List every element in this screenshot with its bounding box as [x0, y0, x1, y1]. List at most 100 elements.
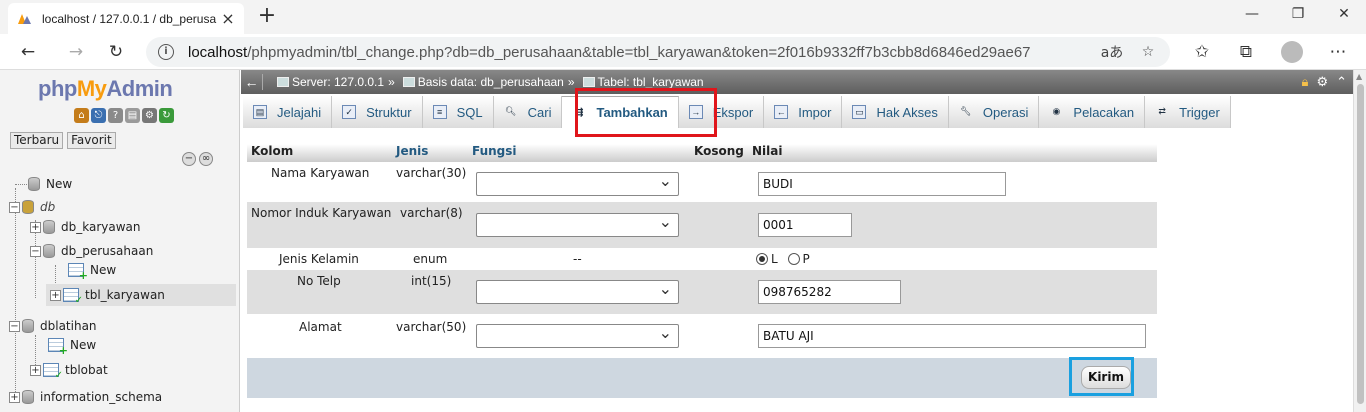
close-tab-icon[interactable]: ×: [220, 10, 236, 27]
profile-avatar[interactable]: [1280, 40, 1304, 64]
value-input-alamat[interactable]: BATU AJI: [758, 324, 1146, 348]
tab-pelacakan[interactable]: ◉ Pelacakan: [1039, 96, 1146, 128]
favorites-icon[interactable]: ✩: [1190, 40, 1214, 64]
tree-controls: − ∞: [182, 152, 213, 166]
new-table-icon: [48, 338, 68, 357]
tree-tblobat[interactable]: + tblobat: [30, 360, 108, 381]
operations-icon: 🔧︎: [960, 106, 972, 116]
home-icon[interactable]: ⌂: [74, 108, 89, 123]
collapse-sidebar-icon[interactable]: ←: [241, 74, 263, 90]
tab-operasi[interactable]: 🔧︎ Operasi: [948, 96, 1040, 128]
docs-icon[interactable]: ?: [108, 108, 123, 123]
column-name: Alamat: [299, 320, 342, 334]
read-aloud-icon[interactable]: aあ: [1100, 42, 1124, 62]
tab-label: Trigger: [1179, 104, 1220, 120]
tab-hak-akses[interactable]: ▭ Hak Akses: [842, 96, 949, 128]
expand-icon[interactable]: +: [30, 221, 41, 233]
tree-latihan-new-table[interactable]: New: [48, 335, 96, 357]
collections-icon[interactable]: ⧉: [1234, 40, 1258, 64]
refresh-icon[interactable]: ↻: [104, 40, 128, 64]
tree-information-schema[interactable]: + information_schema: [9, 387, 162, 407]
header-fungsi: Fungsi: [472, 144, 517, 158]
function-select[interactable]: [476, 323, 679, 348]
tab-trigger[interactable]: ⇄ Trigger: [1145, 96, 1231, 128]
tab-cari[interactable]: 🔍︎ Cari: [493, 96, 563, 128]
more-menu-icon[interactable]: ⋯: [1326, 40, 1350, 64]
sql-docs-icon[interactable]: ▤: [125, 108, 140, 123]
value-input-nama-karyawan[interactable]: BUDI: [758, 172, 1006, 196]
link-with-main-icon[interactable]: ∞: [199, 152, 213, 166]
settings-icon[interactable]: ⚙: [142, 108, 157, 123]
tree-group-db[interactable]: − db: [9, 197, 55, 217]
reload-icon[interactable]: ↻: [159, 108, 174, 123]
recent-tab[interactable]: Terbaru: [10, 132, 64, 149]
breadcrumb-table[interactable]: Tabel: tbl_karyawan: [579, 75, 704, 89]
favorite-tab[interactable]: Favorit: [67, 132, 116, 149]
vertical-scrollbar[interactable]: ▲: [1353, 70, 1366, 412]
function-select[interactable]: [476, 279, 679, 304]
tree-label: db: [40, 200, 56, 214]
logout-icon[interactable]: ⎋: [91, 108, 106, 123]
expand-icon[interactable]: +: [30, 364, 41, 376]
highlight-box-blue: [1069, 357, 1134, 396]
radio-button-selected[interactable]: [756, 253, 768, 265]
expand-icon[interactable]: +: [9, 391, 20, 403]
new-tab-icon[interactable]: +: [256, 5, 278, 28]
tab-impor[interactable]: ← Impor: [764, 96, 843, 128]
function-select[interactable]: [476, 212, 679, 237]
browser-tabbar: localhost / 127.0.0.1 / db_perusa × + — …: [0, 0, 1366, 34]
form-footer: Kirim: [247, 358, 1157, 398]
collapse-up-icon[interactable]: ⌃: [1336, 74, 1347, 90]
tree-db-karyawan[interactable]: + db_karyawan: [30, 217, 141, 237]
database-icon: [402, 77, 415, 87]
collapse-icon[interactable]: −: [9, 320, 20, 332]
radio-option-p[interactable]: P: [787, 252, 810, 266]
table-row: Nama Karyawan varchar(30) BUDI: [247, 162, 1157, 202]
sidebar-tabs: Terbaru Favorit: [10, 132, 116, 149]
header-nilai: Nilai: [752, 144, 783, 158]
tree-db-perusahaan[interactable]: − db_perusahaan: [30, 241, 153, 261]
lock-icon[interactable]: 🔒︎: [1302, 74, 1309, 90]
forward-icon[interactable]: →: [64, 40, 88, 64]
radio-button[interactable]: [787, 253, 800, 265]
close-window-icon[interactable]: ✕: [1334, 6, 1354, 22]
tree-perusahaan-new-table[interactable]: New: [68, 260, 116, 282]
sidebar-quick-icons: ⌂ ⎋ ? ▤ ⚙ ↻: [74, 108, 174, 123]
column-type: enum: [413, 252, 448, 266]
back-icon[interactable]: ←: [16, 40, 40, 64]
table-icon: [582, 77, 595, 87]
value-input-nomor-induk[interactable]: 0001: [758, 213, 852, 237]
browser-tab[interactable]: localhost / 127.0.0.1 / db_perusa ×: [8, 3, 244, 34]
add-favorite-icon[interactable]: ☆: [1136, 44, 1160, 60]
collapse-icon[interactable]: −: [30, 245, 41, 257]
expand-icon[interactable]: +: [50, 289, 61, 301]
collapse-all-icon[interactable]: −: [182, 152, 196, 166]
phpmyadmin-logo[interactable]: phpMyAdmin: [38, 76, 173, 102]
new-database-icon: [28, 177, 40, 191]
address-bar[interactable]: i localhost/phpmyadmin/tbl_change.php?db…: [146, 37, 1170, 67]
tree-db-dblatihan[interactable]: − dblatihan: [9, 316, 97, 336]
collapse-icon[interactable]: −: [9, 201, 20, 213]
tab-sql[interactable]: ≡ SQL: [422, 96, 494, 128]
restore-icon[interactable]: ❐: [1288, 6, 1308, 22]
gear-icon[interactable]: ⚙: [1316, 74, 1328, 90]
tree-tbl-karyawan[interactable]: + tbl_karyawan: [50, 285, 165, 306]
minimize-icon[interactable]: —: [1242, 6, 1262, 22]
column-type: varchar(8): [400, 206, 463, 220]
tab-jelajahi[interactable]: ▤ Jelajahi: [243, 96, 333, 128]
header-kolom: Kolom: [251, 144, 294, 158]
main-panel: ← Server: 127.0.0.1 » Basis data: db_per…: [241, 70, 1353, 412]
breadcrumb-database[interactable]: Basis data: db_perusahaan: [399, 75, 564, 89]
scrollbar-thumb[interactable]: [1357, 84, 1364, 404]
scroll-up-icon[interactable]: ▲: [1356, 72, 1362, 81]
breadcrumb-server[interactable]: Server: 127.0.0.1: [273, 75, 384, 89]
tab-struktur[interactable]: ✓ Struktur: [332, 96, 423, 128]
url-text[interactable]: localhost/phpmyadmin/tbl_change.php?db=d…: [188, 44, 1088, 61]
header-jenis: Jenis: [396, 144, 429, 158]
site-info-icon[interactable]: i: [158, 44, 174, 60]
tab-label: SQL: [456, 104, 483, 120]
value-input-no-telp[interactable]: 098765282: [758, 280, 901, 304]
function-select[interactable]: [476, 171, 679, 196]
tree-new-database[interactable]: New: [28, 174, 72, 194]
radio-option-l[interactable]: L: [756, 252, 778, 266]
